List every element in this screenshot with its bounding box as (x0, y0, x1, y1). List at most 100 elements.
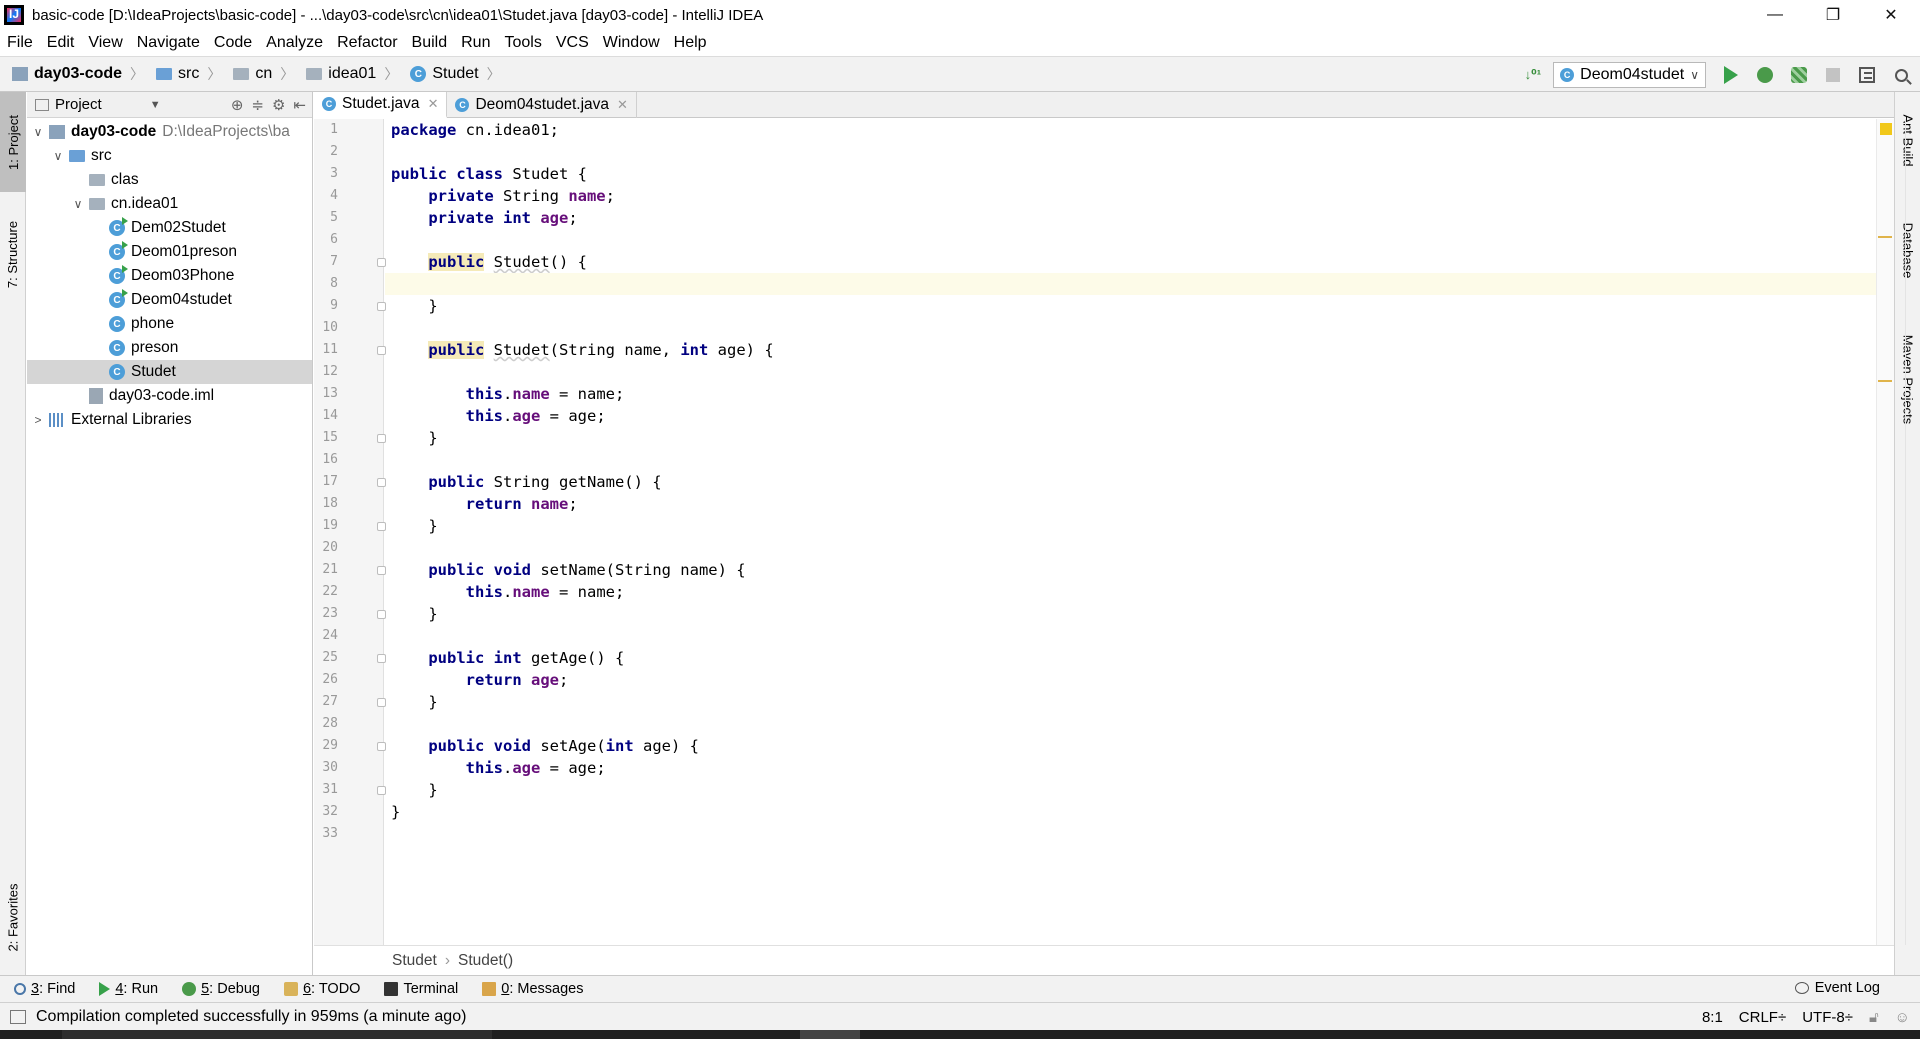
code-line[interactable] (385, 537, 1876, 559)
crumb-cn[interactable]: cn 〉 (233, 64, 294, 84)
tree-item[interactable]: Cphone (27, 312, 312, 336)
editor-tab[interactable]: C Studet.java ✕ (314, 92, 448, 118)
tab-ant-build[interactable]: Ant Build (1895, 100, 1920, 180)
code-line[interactable]: private int age; (385, 207, 1876, 229)
code-line[interactable] (385, 625, 1876, 647)
editor-tab[interactable]: C Deom04studet.java ✕ (447, 92, 637, 118)
scroll-from-source-icon[interactable]: ⊕ (231, 96, 244, 114)
file-encoding[interactable]: UTF-8÷ (1802, 1009, 1853, 1026)
code-line[interactable]: public Studet() { (385, 251, 1876, 273)
code-line[interactable]: this.age = age; (385, 757, 1876, 779)
code-line[interactable] (385, 229, 1876, 251)
event-log-button[interactable]: Event Log (1794, 980, 1880, 996)
close-button[interactable]: ✕ (1862, 0, 1920, 30)
code-line[interactable]: public void setAge(int age) { (385, 735, 1876, 757)
crumb-src[interactable]: src 〉 (156, 64, 221, 84)
tab-database[interactable]: Database (1895, 210, 1920, 290)
menu-tools[interactable]: Tools (497, 34, 548, 52)
code-line[interactable]: public Studet(String name, int age) { (385, 339, 1876, 361)
minimize-button[interactable]: — (1746, 0, 1804, 30)
code-line[interactable]: } (385, 515, 1876, 537)
coverage-button[interactable] (1784, 60, 1814, 90)
code-line[interactable]: this.age = age; (385, 405, 1876, 427)
code-area[interactable]: package cn.idea01; public class Studet { … (385, 119, 1876, 945)
tool-tab-debug[interactable]: 5: Debug (182, 981, 260, 997)
run-configuration-select[interactable]: C Deom04studet ∨ (1553, 62, 1706, 88)
tree-item[interactable]: C Studet (27, 360, 312, 384)
project-view-select[interactable]: Project (55, 96, 102, 113)
chevron-right-icon[interactable]: > (31, 413, 45, 427)
code-line[interactable]: public int getAge() { (385, 647, 1876, 669)
tree-item[interactable]: ∨ day03-code D:\IdeaProjects\ba (27, 120, 312, 144)
menu-analyze[interactable]: Analyze (259, 34, 330, 52)
chevron-down-icon[interactable]: ∨ (71, 197, 85, 211)
menu-navigate[interactable]: Navigate (130, 34, 207, 52)
stop-button[interactable] (1818, 60, 1848, 90)
sort-icon[interactable]: ↓⁰¹ (1525, 67, 1542, 83)
breadcrumb-class[interactable]: Studet (392, 952, 437, 970)
menu-file[interactable]: File (0, 34, 40, 52)
code-line[interactable] (385, 823, 1876, 845)
crumb-studet[interactable]: C Studet 〉 (410, 64, 501, 84)
inspection-status-icon[interactable] (1880, 123, 1892, 135)
tool-tab-terminal[interactable]: Terminal (384, 981, 458, 997)
code-line[interactable] (385, 713, 1876, 735)
line-separator[interactable]: CRLF÷ (1739, 1009, 1786, 1026)
tree-item[interactable]: clas (27, 168, 312, 192)
chevron-down-icon[interactable]: ∨ (51, 149, 65, 163)
tree-item[interactable]: C Deom01preson (27, 240, 312, 264)
tool-tab-find[interactable]: 3: Find (14, 981, 75, 997)
tree-item[interactable]: ∨ cn.idea01 (27, 192, 312, 216)
debug-button[interactable] (1750, 60, 1780, 90)
tab-favorites[interactable]: 2: Favorites (0, 862, 26, 972)
menu-edit[interactable]: Edit (40, 34, 82, 52)
code-line[interactable] (385, 273, 1876, 295)
code-line[interactable] (385, 361, 1876, 383)
tree-item[interactable]: > External Libraries (27, 408, 312, 432)
tab-structure[interactable]: 7: Structure (0, 204, 26, 304)
code-line[interactable] (385, 317, 1876, 339)
menu-window[interactable]: Window (596, 34, 667, 52)
close-tab-icon[interactable]: ✕ (617, 97, 628, 113)
code-line[interactable]: this.name = name; (385, 581, 1876, 603)
tool-tab-run[interactable]: 4: Run (99, 981, 158, 997)
tree-item[interactable]: C Dem02Studet (27, 216, 312, 240)
menu-build[interactable]: Build (405, 34, 455, 52)
search-everywhere-button[interactable] (1886, 60, 1916, 90)
warning-marker[interactable] (1878, 236, 1892, 238)
menu-run[interactable]: Run (454, 34, 497, 52)
error-stripe[interactable] (1876, 119, 1894, 945)
tree-item[interactable]: day03-code.iml (27, 384, 312, 408)
code-line[interactable]: } (385, 779, 1876, 801)
tab-maven-projects[interactable]: Maven Projects (1895, 324, 1920, 434)
caret-position[interactable]: 8:1 (1702, 1009, 1723, 1026)
code-line[interactable]: } (385, 691, 1876, 713)
tree-item[interactable]: C Deom04studet (27, 288, 312, 312)
warning-marker[interactable] (1878, 380, 1892, 382)
gear-icon[interactable]: ⚙ (272, 96, 285, 114)
code-line[interactable]: public class Studet { (385, 163, 1876, 185)
project-structure-button[interactable] (1852, 60, 1882, 90)
code-line[interactable]: } (385, 603, 1876, 625)
crumb-idea01[interactable]: idea01 〉 (306, 64, 398, 84)
menu-view[interactable]: View (81, 34, 129, 52)
code-line[interactable]: return name; (385, 493, 1876, 515)
inspector-icon[interactable]: ☺︎ (1895, 1009, 1910, 1026)
menu-vcs[interactable]: VCS (549, 34, 596, 52)
tree-item[interactable]: C Deom03Phone (27, 264, 312, 288)
breadcrumb-method[interactable]: Studet() (458, 952, 513, 970)
code-line[interactable] (385, 141, 1876, 163)
collapse-all-icon[interactable]: ≑ (251, 96, 264, 114)
tool-tab-messages[interactable]: 0: Messages (482, 981, 584, 997)
menu-help[interactable]: Help (667, 34, 714, 52)
tab-project[interactable]: 1: Project (0, 92, 26, 192)
run-button[interactable] (1716, 60, 1746, 90)
tree-item[interactable]: ∨ src (27, 144, 312, 168)
chevron-down-icon[interactable]: ∨ (31, 125, 45, 139)
code-line[interactable]: private String name; (385, 185, 1876, 207)
code-line[interactable]: } (385, 295, 1876, 317)
lock-icon[interactable]: 🔓︎ (1869, 1009, 1879, 1026)
tool-windows-toggle-icon[interactable] (10, 1009, 26, 1024)
code-line[interactable]: } (385, 801, 1876, 823)
tree-item[interactable]: Cpreson (27, 336, 312, 360)
